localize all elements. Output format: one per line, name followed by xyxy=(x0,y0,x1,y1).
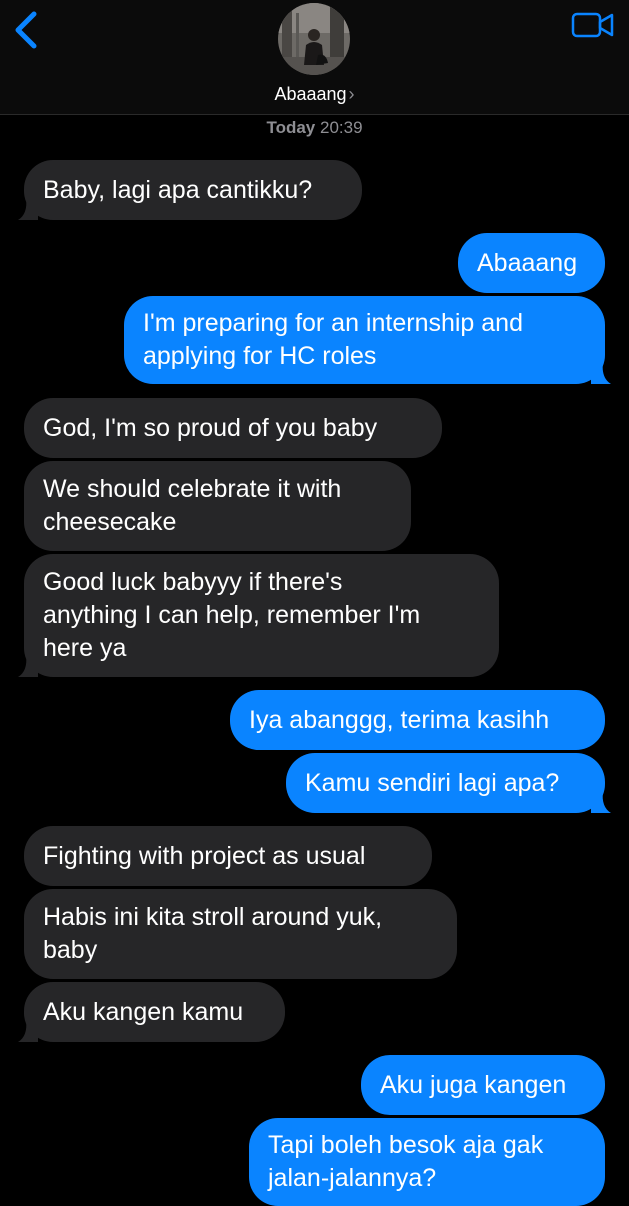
message-bubble-received[interactable]: God, I'm so proud of you baby xyxy=(24,398,442,458)
message-bubble-received[interactable]: Good luck babyyy if there's anything I c… xyxy=(18,554,499,677)
bubble-tail xyxy=(18,655,38,677)
contact-name: Abaaang xyxy=(274,84,347,104)
bubble-tail xyxy=(591,362,611,384)
timestamp-day: Today xyxy=(266,118,316,137)
chevron-left-icon xyxy=(15,11,37,49)
message-bubble-received[interactable]: Habis ini kita stroll around yuk, baby xyxy=(24,889,457,979)
message-bubble-received[interactable]: Aku kangen kamu xyxy=(18,982,285,1042)
message-text: Iya abanggg, terima kasihh xyxy=(249,705,550,734)
message-text: Kamu sendiri lagi apa? xyxy=(305,768,560,797)
bubble-tail xyxy=(591,791,611,813)
message-timestamp: Today 20:39 xyxy=(0,118,629,138)
facetime-video-button[interactable] xyxy=(571,10,615,40)
avatar-photo xyxy=(278,3,350,75)
chevron-right-icon: › xyxy=(348,84,355,104)
bubble-tail xyxy=(18,198,38,220)
message-bubble-sent[interactable]: Aku juga kangen xyxy=(361,1055,605,1115)
message-bubble-received[interactable]: Fighting with project as usual xyxy=(24,826,432,886)
message-bubble-sent[interactable]: I'm preparing for an internship and appl… xyxy=(124,296,611,384)
message-bubble-sent[interactable]: Abaaang xyxy=(458,233,605,293)
message-text: Habis ini kita stroll around yuk, baby xyxy=(43,903,383,964)
message-bubble-sent[interactable]: Tapi boleh besok aja gak jalan-jalannya? xyxy=(249,1118,605,1206)
message-text: Abaaang xyxy=(477,248,578,277)
message-bubble-sent[interactable]: Kamu sendiri lagi apa? xyxy=(286,753,611,813)
message-text: God, I'm so proud of you baby xyxy=(43,413,378,442)
timestamp-time: 20:39 xyxy=(320,118,363,137)
message-bubble-received[interactable]: Baby, lagi apa cantikku? xyxy=(18,160,362,220)
message-text: Fighting with project as usual xyxy=(43,841,366,870)
message-text: We should celebrate it with cheesecake xyxy=(43,475,342,536)
message-text: Aku kangen kamu xyxy=(43,997,244,1026)
conversation-header: Abaaang › xyxy=(0,0,629,115)
message-text: Good luck babyyy if there's anything I c… xyxy=(43,568,421,662)
message-text: Tapi boleh besok aja gak jalan-jalannya? xyxy=(268,1131,544,1192)
facetime-video-icon xyxy=(571,12,614,38)
back-button[interactable] xyxy=(10,8,44,52)
message-text: Baby, lagi apa cantikku? xyxy=(43,175,313,204)
message-bubble-received[interactable]: We should celebrate it with cheesecake xyxy=(24,461,411,551)
message-text: I'm preparing for an internship and appl… xyxy=(143,309,523,370)
contact-name-button[interactable]: Abaaang › xyxy=(0,84,629,105)
bubble-tail xyxy=(18,1020,38,1042)
message-bubble-sent[interactable]: Iya abanggg, terima kasihh xyxy=(230,690,605,750)
contact-avatar[interactable] xyxy=(278,3,350,75)
message-text: Aku juga kangen xyxy=(380,1070,567,1099)
